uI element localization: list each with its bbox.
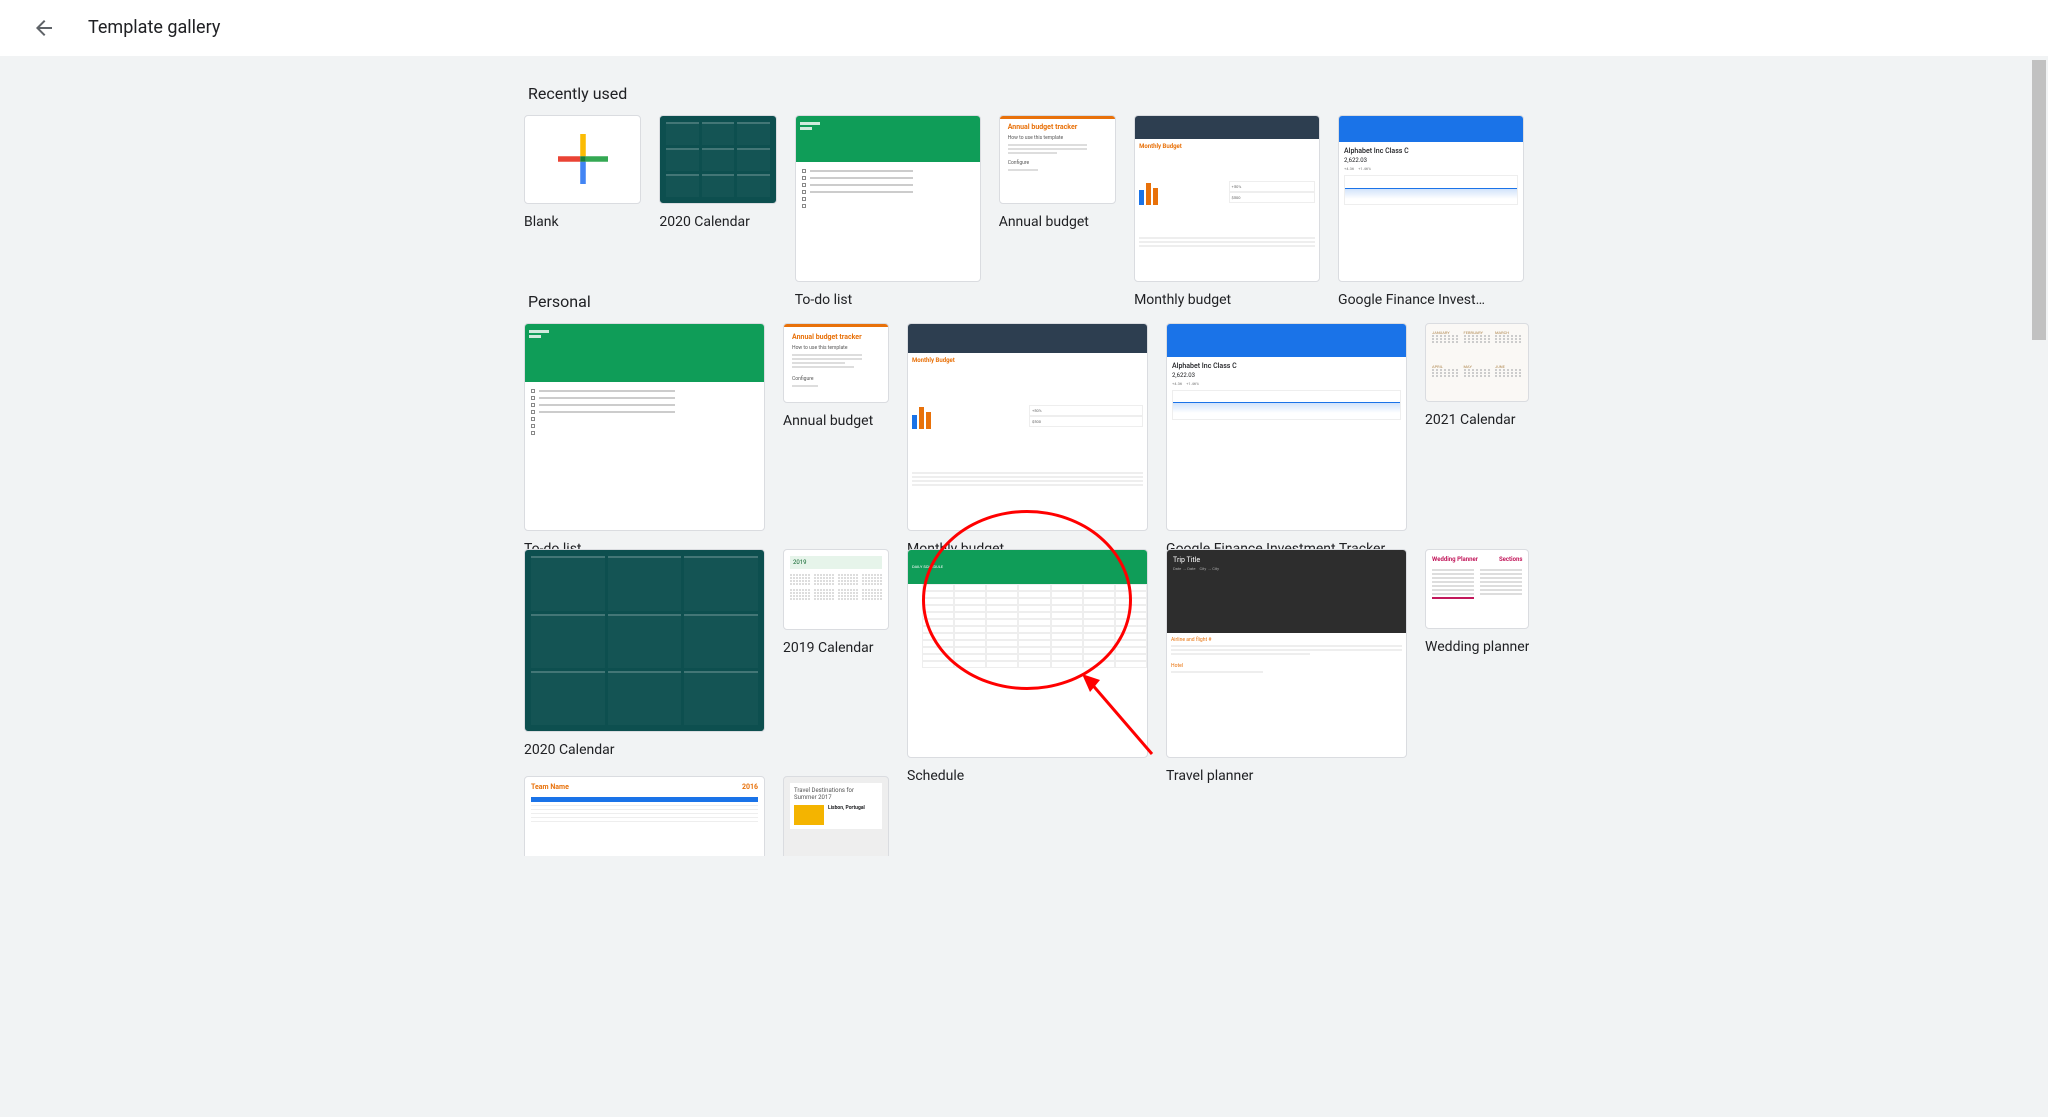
template-2020-calendar[interactable]: 2020 Calendar [524, 549, 765, 758]
template-label: 2021 Calendar [1425, 412, 1529, 428]
template-schedule[interactable]: DAILY SCHEDULE Schedule [907, 549, 1148, 758]
header-title: Template gallery [88, 17, 220, 38]
header: Template gallery [0, 0, 2048, 56]
recent-grid: Blank 2020 Calendar To-do list Annual bu… [524, 115, 1524, 256]
template-annual-budget[interactable]: Annual budget trackerHow to use this tem… [783, 323, 889, 532]
template-label: Blank [524, 214, 641, 230]
content-area: Recently used Blank 2020 Calendar To-do … [0, 56, 2048, 1117]
template-team-roster[interactable]: Team Name2016 [524, 776, 765, 856]
template-2020-calendar[interactable]: 2020 Calendar [659, 115, 776, 282]
template-annual-budget[interactable]: Annual budget trackerHow to use this tem… [999, 115, 1116, 282]
template-todo-list[interactable]: To-do list [524, 323, 765, 532]
plus-icon [525, 116, 640, 203]
personal-grid: To-do list Annual budget trackerHow to u… [524, 323, 1524, 788]
template-label: Schedule [907, 768, 1148, 784]
template-travel-planner[interactable]: Trip TitleDate → Date City → CityAirline… [1166, 549, 1407, 758]
template-label: Annual budget [999, 214, 1116, 230]
template-travel-destinations[interactable]: Travel Destinations for Summer 2017Lisbo… [783, 776, 889, 856]
back-button[interactable] [24, 8, 64, 48]
template-google-finance[interactable]: Alphabet Inc Class C2,622.03+4.36+1.46% … [1338, 115, 1524, 282]
template-google-finance[interactable]: Alphabet Inc Class C2,622.03+4.36+1.46% … [1166, 323, 1407, 532]
template-2019-calendar[interactable]: 2019 2019 Calendar [783, 549, 889, 758]
template-monthly-budget[interactable]: Monthly Budget+50%$500 Monthly budget [1134, 115, 1320, 282]
template-label: Wedding planner [1425, 639, 1529, 655]
scrollbar[interactable] [2032, 60, 2046, 340]
template-label: 2019 Calendar [783, 640, 889, 656]
template-label: Travel planner [1166, 768, 1407, 784]
section-personal: Personal To-do list Annual budget tracke… [524, 284, 1524, 788]
template-monthly-budget[interactable]: Monthly Budget+50%$500 Monthly budget [907, 323, 1148, 532]
section-title-personal: Personal [524, 284, 1524, 323]
section-recently-used: Recently used Blank 2020 Calendar To-do … [524, 76, 1524, 256]
template-label: Annual budget [783, 413, 889, 429]
template-blank[interactable]: Blank [524, 115, 641, 282]
template-wedding-planner[interactable]: Wedding PlannerSections Wedding planner [1425, 549, 1529, 758]
template-label: 2020 Calendar [524, 742, 765, 758]
section-title-recent: Recently used [524, 76, 1524, 115]
template-2021-calendar[interactable]: JANUARY FEBRUARY MARCH APRIL MAY JUNE 20… [1425, 323, 1529, 532]
template-todo-list[interactable]: To-do list [795, 115, 981, 282]
template-label: 2020 Calendar [659, 214, 776, 230]
arrow-left-icon [32, 16, 56, 40]
